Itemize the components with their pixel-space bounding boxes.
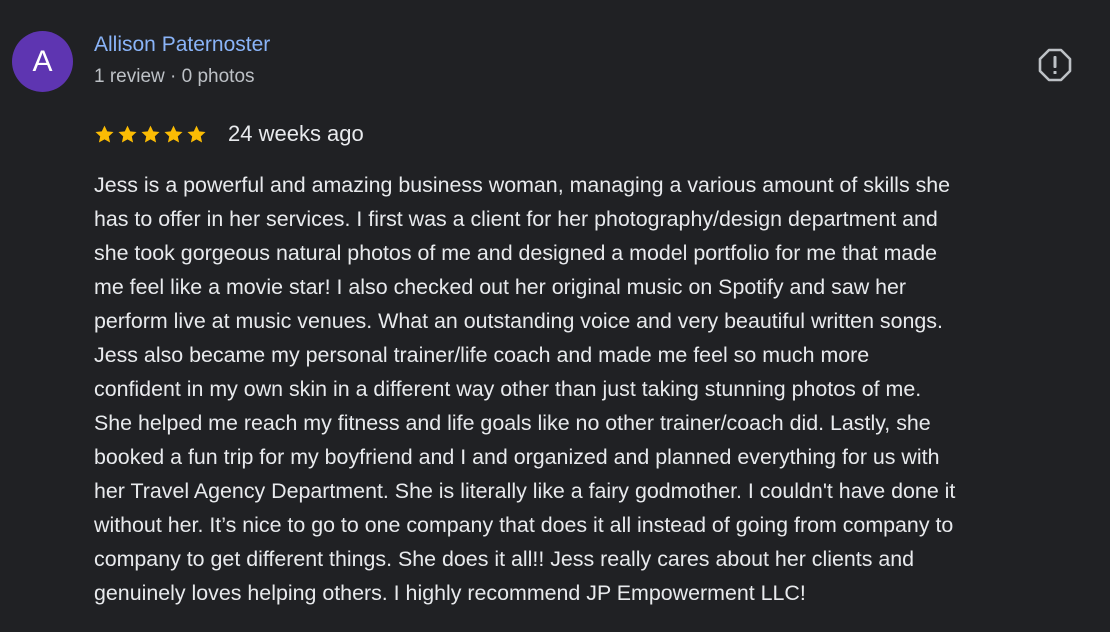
review-text-line: perform live at music venues. What an ou… [94,309,943,333]
review-text: Jess is a powerful and amazing business … [94,168,1100,610]
star-icon [94,124,115,145]
star-icon [140,124,161,145]
review-date: 24 weeks ago [228,121,364,146]
review-text-line: She helped me reach my fitness and life … [94,411,931,435]
reviewer-name[interactable]: Allison Paternoster [94,33,270,57]
star-icon [186,124,207,145]
review-text-line: she took gorgeous natural photos of me a… [94,241,938,265]
star-rating [94,124,207,145]
star-icon [163,124,184,145]
review-text-line: Jess is a powerful and amazing business … [94,173,951,197]
review-text-line: booked a fun trip for my boyfriend and I… [94,445,940,469]
avatar-letter: A [32,44,53,78]
review-text-line: genuinely loves helping others. I highly… [94,581,806,605]
review-text-line: without her. It’s nice to go to one comp… [94,513,954,537]
review-text-line: me feel like a movie star! I also checke… [94,275,907,299]
review-text-line: has to offer in her services. I first wa… [94,207,938,231]
review-text-line: company to get different things. She doe… [94,547,915,571]
star-icon [117,124,138,145]
review-text-line: her Travel Agency Department. She is lit… [94,479,956,503]
review-card: A Allison Paternoster 1 review · 0 photo… [0,0,1110,632]
review-text-line: Jess also became my personal trainer/lif… [94,343,870,367]
reviewer-stats: 1 review · 0 photos [94,66,255,87]
avatar[interactable]: A [12,31,73,92]
rating-row: 24 weeks ago [94,120,364,148]
review-text-line: confident in my own skin in a different … [94,377,922,401]
report-flag-icon[interactable] [1038,48,1072,82]
